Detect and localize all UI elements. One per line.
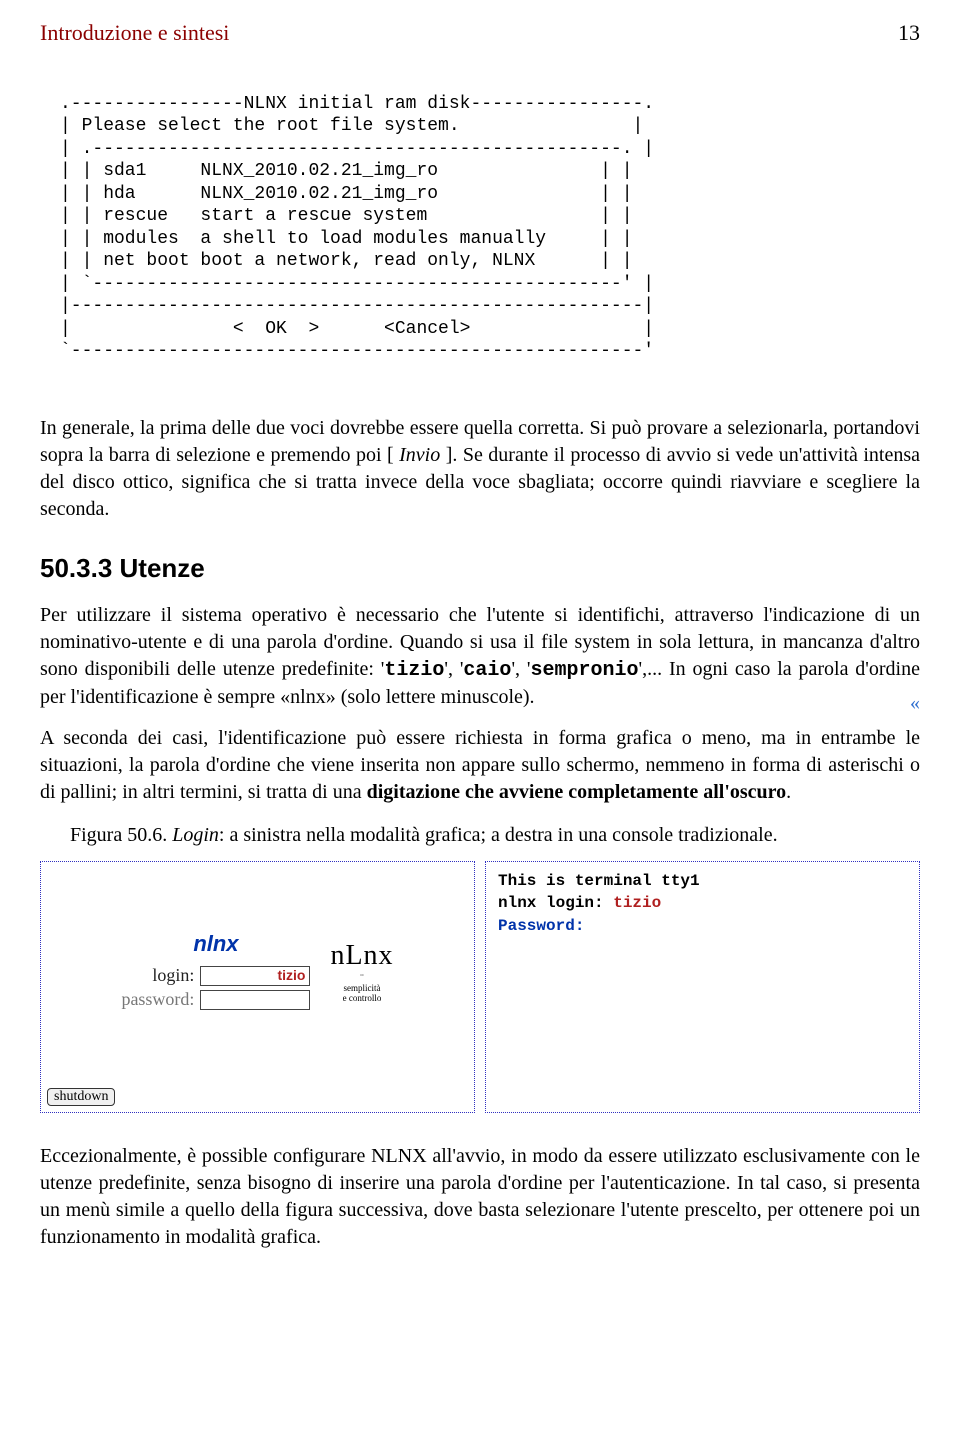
terminal-line: | < OK > <Cancel> | bbox=[60, 319, 654, 339]
page-header: Introduzione e sintesi 13 bbox=[40, 20, 920, 46]
text: . bbox=[786, 781, 791, 803]
bold-text: digitazione che avviene completamente al… bbox=[367, 781, 787, 803]
margin-marker: « bbox=[910, 692, 920, 715]
nlnx-logo: nLnx ¨ semplicità e controllo bbox=[330, 940, 393, 1004]
logo-text: nLnx bbox=[330, 940, 393, 972]
login-panel-console: This is terminal tty1 nlnx login: tizio … bbox=[485, 861, 920, 1113]
terminal-line: | `-------------------------------------… bbox=[60, 274, 654, 294]
code-caio: caio bbox=[463, 659, 511, 682]
terminal-line: .----------------NLNX initial ram disk--… bbox=[60, 94, 654, 114]
italic-login: Login bbox=[172, 824, 219, 846]
console-password-prompt: Password: bbox=[498, 915, 907, 937]
terminal-line: | Please select the root file system. | bbox=[60, 116, 643, 136]
terminal-line: | | sda1 NLNX_2010.02.21_img_ro | | bbox=[60, 161, 633, 181]
nlnx-brand: nlnx bbox=[121, 931, 310, 957]
paragraph-1: In generale, la prima delle due voci dov… bbox=[40, 415, 920, 523]
terminal-line: | | hda NLNX_2010.02.21_img_ro | | bbox=[60, 184, 633, 204]
text: : a sinistra nella modalità grafica; a d… bbox=[219, 824, 778, 846]
code-sempronio: sempronio bbox=[530, 659, 638, 682]
password-label: password: bbox=[121, 989, 194, 1010]
logo-sub2: e controllo bbox=[330, 994, 393, 1004]
text: ', ' bbox=[511, 658, 530, 680]
chapter-title: Introduzione e sintesi bbox=[40, 20, 229, 46]
console-prompt: nlnx login: bbox=[498, 894, 613, 912]
key-invio: Invio bbox=[394, 444, 446, 466]
text: Figura 50.6. bbox=[70, 824, 172, 846]
console-line: nlnx login: tizio bbox=[498, 892, 907, 914]
login-figure-row: nlnx login: tizio password: nLnx ¨ bbox=[40, 861, 920, 1113]
terminal-line: |---------------------------------------… bbox=[60, 296, 654, 316]
terminal-line: | | rescue start a rescue system | | bbox=[60, 206, 633, 226]
figure-caption: Figura 50.6. Login: a sinistra nella mod… bbox=[70, 824, 920, 847]
login-label: login: bbox=[152, 965, 194, 986]
code-tizio: tizio bbox=[384, 659, 444, 682]
paragraph-3: A seconda dei casi, l'identificazione pu… bbox=[40, 725, 920, 806]
text: ', ' bbox=[444, 658, 463, 680]
terminal-line: | .-------------------------------------… bbox=[60, 139, 654, 159]
terminal-line: | | net boot boot a network, read only, … bbox=[60, 251, 633, 271]
page-number: 13 bbox=[898, 20, 920, 46]
console-line: This is terminal tty1 bbox=[498, 870, 907, 892]
paragraph-4: Eccezionalmente, è possible configurare … bbox=[40, 1143, 920, 1251]
paragraph-2: Per utilizzare il sistema operativo è ne… bbox=[40, 602, 920, 711]
terminal-dialog: .----------------NLNX initial ram disk--… bbox=[60, 70, 920, 385]
shutdown-button[interactable]: shutdown bbox=[47, 1088, 115, 1106]
login-center: nlnx login: tizio password: nLnx ¨ bbox=[41, 862, 474, 1082]
terminal-line: `---------------------------------------… bbox=[60, 341, 654, 361]
login-input[interactable]: tizio bbox=[200, 966, 310, 986]
console-user: tizio bbox=[613, 894, 661, 912]
password-input[interactable] bbox=[200, 990, 310, 1010]
section-heading: 50.3.3 Utenze bbox=[40, 553, 920, 584]
login-panel-graphical: nlnx login: tizio password: nLnx ¨ bbox=[40, 861, 475, 1113]
terminal-line: | | modules a shell to load modules manu… bbox=[60, 229, 633, 249]
